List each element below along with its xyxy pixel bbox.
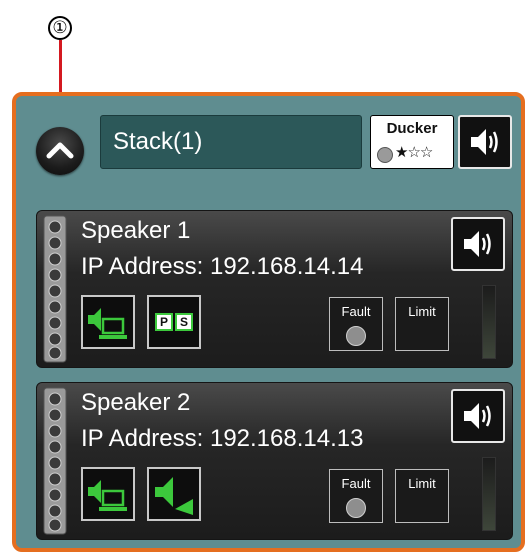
ducker-button[interactable]: Ducker ★☆☆ (370, 115, 454, 169)
p-indicator: P (155, 313, 173, 331)
network-computer-icon (88, 308, 127, 339)
fault-label: Fault (341, 304, 371, 319)
fault-lamp (346, 326, 366, 346)
fault-label: Fault (341, 476, 371, 491)
speaker-card-1[interactable]: Speaker 1 IP Address: 192.168.14.14 P S … (36, 210, 513, 368)
ducker-label: Ducker (386, 120, 438, 137)
speaker-name: Speaker 2 (81, 389, 191, 416)
network-computer-icon (88, 480, 127, 511)
level-meter (482, 285, 496, 359)
speaker-volume-button[interactable] (451, 389, 505, 443)
speaker-volume-button[interactable] (451, 217, 505, 271)
limit-label: Limit (408, 304, 436, 319)
fault-lamp (346, 498, 366, 518)
limit-label: Limit (408, 476, 436, 491)
speaker-volume-icon (471, 129, 498, 155)
stack-name-field[interactable]: Stack(1) (100, 115, 362, 169)
speaker-ip-address: IP Address: 192.168.14.14 (81, 253, 364, 280)
level-meter (482, 457, 496, 531)
s-indicator: S (175, 313, 193, 331)
ducker-priority-stars: ★☆☆ (395, 143, 433, 161)
speaker-array-icon (43, 215, 67, 363)
network-connection-status[interactable] (81, 467, 135, 521)
callout-number: ① (48, 16, 72, 40)
speaker-link-icon (155, 477, 193, 515)
ps-status-tile[interactable]: P S (147, 295, 201, 349)
speaker-array-icon (43, 387, 67, 535)
speaker-card-2[interactable]: Speaker 2 IP Address: 192.168.14.13 Faul… (36, 382, 513, 540)
network-connection-status[interactable] (81, 295, 135, 349)
limit-indicator: Limit (395, 297, 449, 351)
speaker-volume-icon (464, 403, 491, 429)
fault-indicator: Fault (329, 297, 383, 351)
speaker-link-status[interactable] (147, 467, 201, 521)
limit-indicator: Limit (395, 469, 449, 523)
collapse-button[interactable] (36, 127, 84, 175)
chevron-up-icon (46, 142, 74, 159)
speaker-name: Speaker 1 (81, 217, 191, 244)
stack-panel: Stack(1) Ducker ★☆☆ Speaker 1 IP Address… (12, 92, 525, 552)
fault-indicator: Fault (329, 469, 383, 523)
speaker-ip-address: IP Address: 192.168.14.13 (81, 425, 364, 452)
speaker-volume-icon (464, 231, 491, 257)
stack-volume-button[interactable] (458, 115, 512, 169)
ducker-indicator (377, 147, 393, 163)
